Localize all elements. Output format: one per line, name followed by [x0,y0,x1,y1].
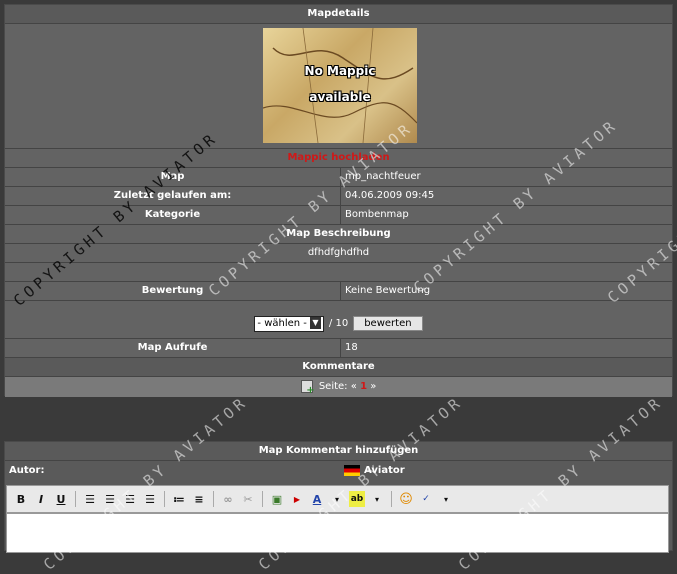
row-views-label: Map Aufrufe [5,339,341,357]
mappic-text-1: No Mappic [304,64,376,78]
pagination: + Seite: « 1 » [5,377,672,397]
row-map: Map mp_nachtfeuer [5,168,672,187]
row-rating: Bewertung Keine Bewertung [5,282,672,301]
chevron-down-icon[interactable]: ▾ [438,491,454,507]
row-category-label: Kategorie [5,206,341,224]
toolbar-separator [213,491,214,507]
rating-select[interactable]: - wählen - ▼ [254,315,324,332]
align-center-icon[interactable]: ☰ [102,491,118,507]
align-left-icon[interactable]: ☰ [82,491,98,507]
numbered-list-icon[interactable]: ≡ [191,491,207,507]
youtube-icon[interactable]: ▶ [289,491,305,507]
rate-button[interactable]: bewerten [353,316,423,331]
page-next[interactable]: » [370,381,376,392]
toolbar-separator [262,491,263,507]
rating-form: - wählen - ▼ / 10 bewerten [5,301,672,339]
mapdetails-header: Mapdetails [5,5,672,24]
mapdetails-panel: Mapdetails No Mappic available Mappic ho… [4,4,673,397]
row-last-played-label: Zuletzt gelaufen am: [5,187,341,205]
comment-editor[interactable] [6,513,669,553]
row-views: Map Aufrufe 18 [5,339,672,358]
description-text: dfhdfghdfhd [5,244,672,263]
mappic-image: No Mappic available [263,28,417,143]
spacer-row [5,263,672,282]
chevron-down-icon[interactable]: ▾ [369,491,385,507]
author-row: Autor: Aviator [5,461,672,481]
comments-header: Kommentare [5,358,672,377]
row-last-played: Zuletzt gelaufen am: 04.06.2009 09:45 [5,187,672,206]
page-prev[interactable]: « [351,381,357,392]
align-justify-icon[interactable]: ☰ [142,491,158,507]
row-category-value: Bombenmap [345,209,409,220]
row-views-value: 18 [345,342,358,353]
comment-form-header: Map Kommentar hinzufügen [5,442,672,461]
bold-button[interactable]: B [13,491,29,507]
map-drawing-icon [263,28,417,143]
link-icon[interactable]: ∞ [220,491,236,507]
toolbar-separator [391,491,392,507]
smiley-icon[interactable]: ☺ [398,491,414,507]
mappic-upload-link[interactable]: Mappic hochladen [287,152,389,163]
highlight-color-icon[interactable]: ab [349,491,365,507]
italic-button[interactable]: I [33,491,49,507]
row-category: Kategorie Bombenmap [5,206,672,225]
editor-toolbar: B I U ☰ ☰ ☰ ☰ ≔ ≡ ∞ ✂ ▣ ▶ A ▾ ab ▾ ☺ ✓ ▾ [6,485,669,513]
rating-max: / 10 [328,318,349,329]
mappic-cell: No Mappic available [5,24,672,149]
row-rating-label: Bewertung [5,282,341,300]
rating-select-value: - wählen - [257,317,307,329]
row-last-played-value: 04.06.2009 09:45 [345,190,435,201]
mappic-text-2: available [309,90,371,104]
toolbar-separator [75,491,76,507]
author-name: Aviator [364,465,405,476]
toolbar-separator [164,491,165,507]
chevron-down-icon: ▼ [309,316,321,329]
underline-button[interactable]: U [53,491,69,507]
row-rating-value: Keine Bewertung [345,285,431,296]
image-icon[interactable]: ▣ [269,491,285,507]
unlink-icon[interactable]: ✂ [240,491,256,507]
row-map-value: mp_nachtfeuer [345,171,421,182]
germany-flag-icon [344,464,360,476]
chevron-down-icon[interactable]: ▾ [329,491,345,507]
page-current[interactable]: 1 [360,381,367,392]
spellcheck-icon[interactable]: ✓ [418,491,434,507]
author-value: Aviator [344,461,672,481]
bullet-list-icon[interactable]: ≔ [171,491,187,507]
row-map-label: Map [5,168,341,186]
add-comment-icon[interactable]: + [300,379,315,395]
align-right-icon[interactable]: ☰ [122,491,138,507]
author-label: Autor: [9,465,45,476]
font-color-icon[interactable]: A [309,491,325,507]
page-label: Seite: [318,381,348,392]
description-header: Map Beschreibung [5,225,672,244]
mappic-upload-row: Mappic hochladen [5,149,672,168]
